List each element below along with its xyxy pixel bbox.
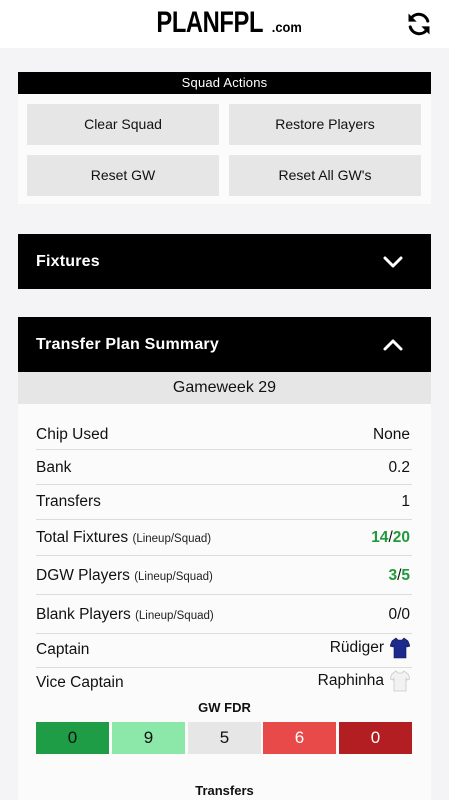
chip-used-label: Chip Used <box>36 426 109 443</box>
summary-row-captain: Captain Rüdiger <box>36 635 412 668</box>
fixtures-accordion[interactable]: Fixtures <box>18 234 431 289</box>
logo-main: PLANFPL <box>156 6 263 39</box>
blank-lineup: 0 <box>388 606 398 623</box>
clear-squad-button[interactable]: Clear Squad <box>27 104 219 145</box>
fdr-box-2: 9 <box>112 722 185 754</box>
refresh-icon[interactable] <box>405 10 433 38</box>
captain-value: Rüdiger <box>330 636 410 660</box>
summary-row-chip: Chip Used None <box>36 420 412 450</box>
fdr-box-1: 0 <box>36 722 109 754</box>
dgw-label-text: DGW Players <box>36 567 130 584</box>
fdr-box-3: 5 <box>188 722 261 754</box>
total-fixtures-label: Total Fixtures (Lineup/Squad) <box>36 529 211 547</box>
blank-sublabel: (Lineup/Squad) <box>135 610 214 622</box>
dgw-squad: 5 <box>401 567 410 584</box>
top-bar: PLANFPL .com <box>0 0 449 48</box>
dgw-players-value: 3/5 <box>388 567 410 585</box>
blank-squad: 0 <box>401 606 410 623</box>
logo-suffix: .com <box>271 19 302 35</box>
logo[interactable]: PLANFPL .com <box>0 6 449 40</box>
transfers-value: 1 <box>401 493 410 510</box>
blank-label-text: Blank Players <box>36 606 131 623</box>
total-fixtures-sublabel: (Lineup/Squad) <box>132 533 212 545</box>
summary-row-total-fixtures: Total Fixtures (Lineup/Squad) 14/20 <box>36 520 412 556</box>
total-fixtures-label-text: Total Fixtures <box>36 529 129 546</box>
captain-label: Captain <box>36 641 90 658</box>
squad-actions-title: Squad Actions <box>18 72 431 94</box>
chip-used-value: None <box>372 426 410 443</box>
gameweek-title: Gameweek 29 <box>18 372 431 404</box>
vice-captain-label: Vice Captain <box>36 674 124 691</box>
vice-captain-shirt-icon <box>390 670 410 692</box>
reset-gw-button[interactable]: Reset GW <box>27 155 219 196</box>
blank-players-value: 0/0 <box>388 606 410 624</box>
dgw-players-label: DGW Players (Lineup/Squad) <box>36 567 213 585</box>
total-fixtures-lineup: 14 <box>371 529 389 546</box>
reset-all-gws-button[interactable]: Reset All GW's <box>229 155 421 196</box>
bank-value: 0.2 <box>388 459 410 476</box>
fdr-box-5: 0 <box>339 722 412 754</box>
bank-label: Bank <box>36 459 72 476</box>
vice-captain-value: Raphinha <box>318 669 410 693</box>
fixtures-title: Fixtures <box>36 253 100 270</box>
chevron-up-icon <box>383 339 403 351</box>
dgw-lineup: 3 <box>388 567 398 584</box>
summary-row-dgw: DGW Players (Lineup/Squad) 3/5 <box>36 557 412 595</box>
transfers-label: Transfers <box>36 493 101 510</box>
transfer-plan-summary-title: Transfer Plan Summary <box>36 336 219 353</box>
gw-fdr-title: GW FDR <box>198 700 251 715</box>
transfers-section-title: Transfers <box>195 783 254 798</box>
dgw-sublabel: (Lineup/Squad) <box>134 571 213 583</box>
summary-row-transfers: Transfers 1 <box>36 486 412 520</box>
total-fixtures-squad: 20 <box>392 529 410 546</box>
squad-actions-card: Squad Actions Clear Squad Restore Player… <box>18 72 431 204</box>
captain-shirt-icon <box>390 637 410 659</box>
blank-players-label: Blank Players (Lineup/Squad) <box>36 606 214 624</box>
summary-row-bank: Bank 0.2 <box>36 453 412 485</box>
summary-row-vice-captain: Vice Captain Raphinha <box>36 668 412 696</box>
summary-row-blank: Blank Players (Lineup/Squad) 0/0 <box>36 596 412 634</box>
summary-panel: Gameweek 29 Chip Used None Bank 0.2 Tran… <box>18 372 431 800</box>
vice-captain-name[interactable]: Raphinha <box>318 672 384 689</box>
fdr-box-4: 6 <box>263 722 336 754</box>
captain-name[interactable]: Rüdiger <box>330 639 384 656</box>
total-fixtures-value: 14/20 <box>371 529 410 547</box>
chevron-down-icon <box>383 256 403 268</box>
transfer-plan-summary-accordion[interactable]: Transfer Plan Summary <box>18 317 431 372</box>
restore-players-button[interactable]: Restore Players <box>229 104 421 145</box>
